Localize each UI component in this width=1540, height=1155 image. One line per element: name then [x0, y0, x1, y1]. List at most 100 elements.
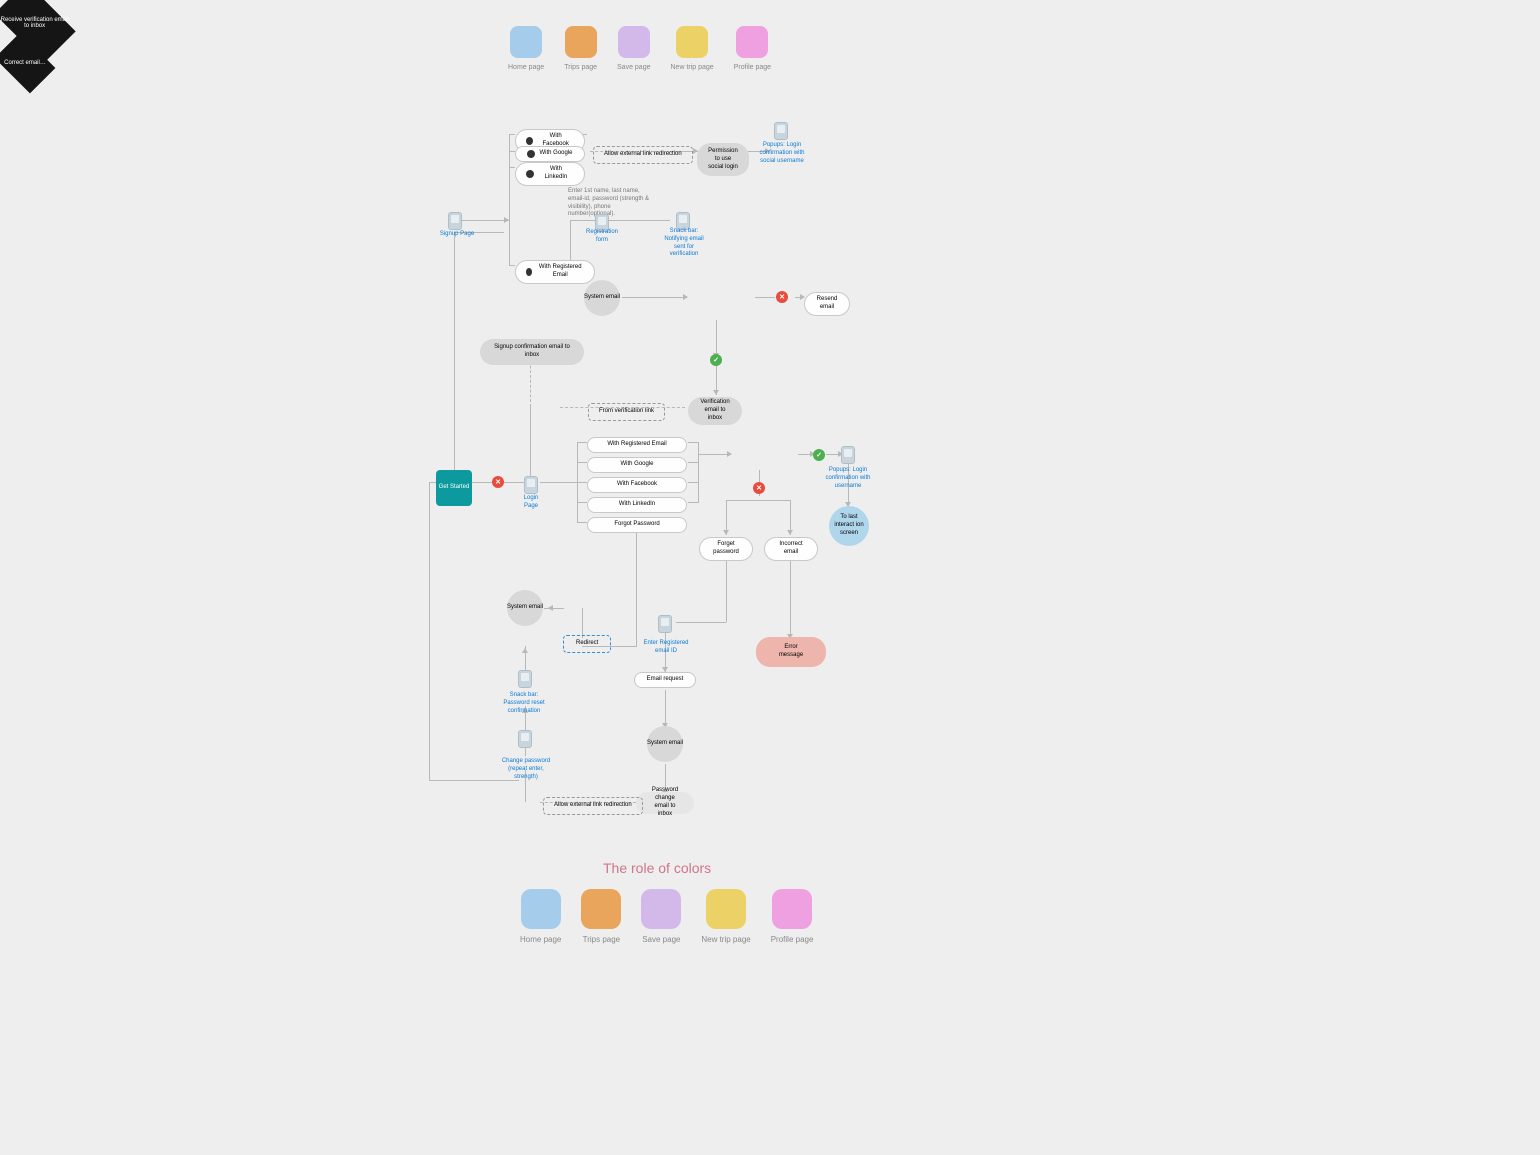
legend-item: Home page	[508, 26, 544, 71]
registration-form-label: Registration form	[580, 229, 624, 245]
connector	[577, 522, 587, 523]
screen-icon	[774, 122, 788, 140]
label: Error message	[774, 644, 808, 660]
label: With Google	[539, 150, 572, 158]
arrow-icon	[723, 530, 729, 535]
label: Correct email…	[0, 60, 50, 66]
legend-item: New trip page	[671, 26, 714, 71]
connector	[622, 297, 687, 298]
google-icon	[527, 150, 535, 158]
label: With LinkedIn	[619, 501, 655, 509]
arrow-icon	[727, 451, 732, 457]
label: Password change email to inbox	[648, 787, 682, 818]
connector	[509, 167, 515, 168]
legend-label: Save page	[617, 64, 650, 71]
connector	[577, 502, 587, 503]
legend-item: Save page	[641, 889, 681, 944]
connector	[570, 220, 670, 221]
screen-icon	[658, 615, 672, 633]
arrow-icon	[713, 390, 719, 395]
password-change-pill: Password change email to inbox	[636, 792, 694, 814]
redirect-box: Redirect	[563, 635, 611, 653]
connector	[509, 134, 515, 135]
connector	[676, 622, 726, 623]
resend-email-pill: Resend email	[804, 292, 850, 316]
swatch-home	[521, 889, 561, 929]
signup-page-label: Signup Page	[438, 231, 476, 239]
to-last-screen-circle: To last interact ion screen	[829, 506, 869, 546]
login-facebook-pill: With Facebook	[587, 477, 687, 493]
swatch-profile	[772, 889, 812, 929]
connector	[582, 608, 583, 638]
label: Forgot Password	[614, 521, 659, 529]
error-icon: ✕	[776, 291, 788, 303]
from-verify-link-box: From verification link	[588, 403, 665, 421]
change-password-label: Change password (repeat enter, strength)	[496, 758, 556, 781]
facebook-icon	[526, 137, 533, 145]
swatch-home	[510, 26, 542, 58]
connector	[688, 442, 698, 443]
legend-label: Profile page	[734, 64, 771, 71]
legend-item: New trip page	[701, 889, 750, 944]
forgot-password-pill: Forgot Password	[587, 517, 687, 533]
screen-icon	[518, 730, 532, 748]
error-icon: ✕	[753, 482, 765, 494]
legend-label: Save page	[642, 935, 680, 944]
login-linkedin-pill: With LinkedIn	[587, 497, 687, 513]
label: Redirect	[576, 640, 598, 648]
label: Resend email	[815, 296, 839, 312]
swatch-save	[641, 889, 681, 929]
label: Receive verification email to inbox	[0, 17, 70, 29]
label: Verification email to inbox	[700, 399, 730, 422]
connector	[688, 462, 698, 463]
label: Allow external link redirection	[604, 151, 682, 159]
connector	[726, 500, 790, 501]
forget-password-pill: Forget password	[699, 537, 753, 561]
screen-icon	[841, 446, 855, 464]
legend-label: Home page	[520, 935, 561, 944]
legend-item: Trips page	[581, 889, 621, 944]
system-email-circle: System email	[507, 590, 543, 626]
label: With Google	[620, 461, 653, 469]
label: To last interact ion screen	[833, 514, 865, 537]
label: System email	[647, 740, 683, 748]
legend-label: New trip page	[701, 935, 750, 944]
legend-label: Profile page	[771, 935, 814, 944]
error-message-pill: Error message	[756, 637, 826, 667]
label: Permission to use social login	[708, 148, 738, 171]
arrow-icon	[787, 530, 793, 535]
system-email-circle: System email	[647, 726, 683, 762]
login-page-label: Login Page	[516, 495, 546, 511]
allow-external-box: Allow external link redirection	[543, 797, 643, 815]
email-icon	[526, 268, 532, 276]
section-title: The role of colors	[603, 860, 711, 876]
label: Allow external link redirection	[554, 802, 632, 810]
success-icon: ✓	[813, 449, 825, 461]
label: Incorrect email	[775, 541, 807, 557]
form-caption: Enter 1st name, last name, email-id, pas…	[568, 188, 654, 219]
screen-icon	[524, 476, 538, 494]
legend-label: Trips page	[583, 935, 621, 944]
arrow-icon	[504, 217, 509, 223]
color-legend-top: Home page Trips page Save page New trip …	[508, 26, 771, 71]
with-registered-email-pill: With Registered Email	[515, 260, 595, 284]
connector	[688, 502, 698, 503]
arrow-icon	[683, 294, 688, 300]
linkedin-icon	[526, 170, 534, 178]
connector	[577, 462, 587, 463]
permission-social-pill: Permission to use social login	[697, 143, 749, 176]
legend-item: Trips page	[564, 26, 597, 71]
label: Email request	[647, 676, 684, 684]
swatch-trips	[565, 26, 597, 58]
legend-item: Save page	[617, 26, 650, 71]
system-email-circle: System email	[584, 280, 620, 316]
connector	[636, 530, 637, 630]
connector	[577, 442, 587, 443]
connector	[755, 297, 775, 298]
screen-icon	[518, 670, 532, 688]
enter-registered-label: Enter Registered email ID	[638, 640, 694, 656]
get-started-node: Get Started	[436, 470, 472, 506]
with-linkedin-pill: With LinkedIn	[515, 162, 585, 186]
connector	[698, 454, 728, 455]
swatch-newtrip	[676, 26, 708, 58]
